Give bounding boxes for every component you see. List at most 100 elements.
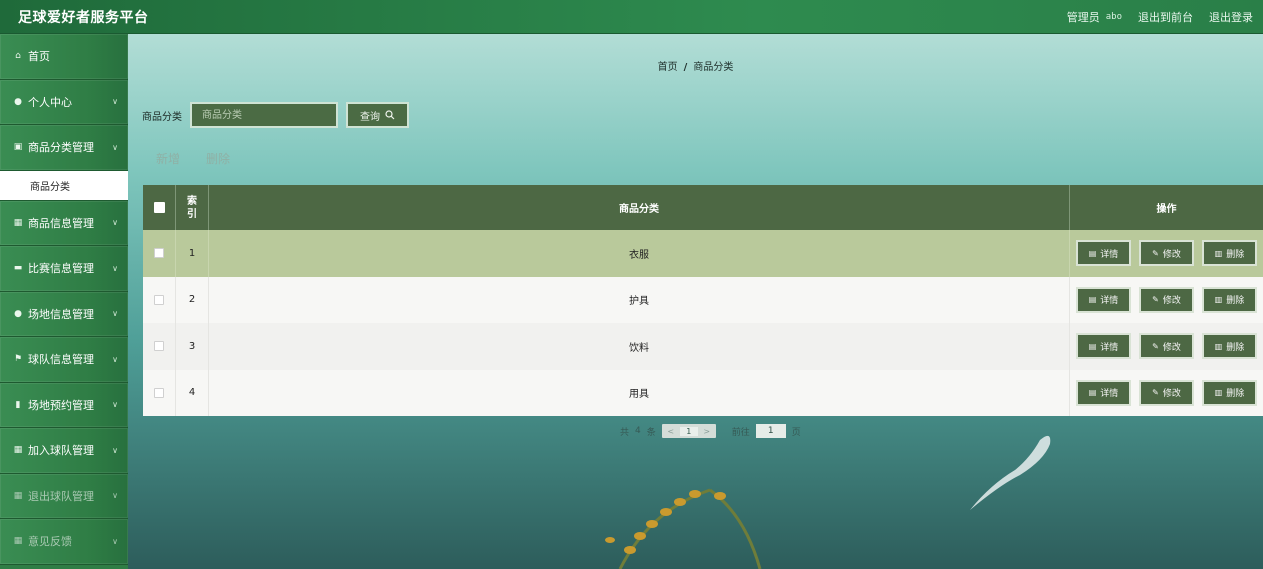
current-page[interactable]: 1	[679, 426, 698, 436]
document-icon: ▤	[1088, 248, 1097, 258]
main-content: 首页/商品分类 商品分类 查询 新增 删除 索引 商品分类 操作 1 衣服 ▤详…	[128, 34, 1263, 569]
row-category-name: 用具	[209, 369, 1070, 416]
detail-button[interactable]: ▤ 详情	[1076, 379, 1131, 406]
header-operations: 操作	[1156, 204, 1177, 215]
delete-button[interactable]: ▥ 删除	[1202, 240, 1257, 267]
sidebar-item-venue-management[interactable]: ● 场地信息管理 ∨	[0, 291, 128, 337]
row-category-name: 衣服	[209, 230, 1070, 277]
sidebar-item-label: 球队信息管理	[28, 353, 94, 367]
trash-icon: ▥	[1214, 248, 1223, 258]
select-all-checkbox[interactable]	[153, 202, 165, 213]
search-input[interactable]	[190, 102, 338, 128]
search-button[interactable]: 查询	[346, 102, 409, 128]
sidebar-item-product-management[interactable]: ▦ 商品信息管理 ∨	[0, 200, 128, 246]
trash-icon: ▥	[1214, 295, 1223, 305]
trash-icon: ▥	[1214, 341, 1223, 351]
total-prefix: 共	[620, 427, 630, 438]
detail-button[interactable]: ▤ 详情	[1076, 286, 1131, 313]
edit-button[interactable]: ✎ 修改	[1139, 379, 1194, 406]
document-icon: ▤	[1088, 295, 1097, 305]
detail-button[interactable]: ▤ 详情	[1076, 240, 1131, 267]
goto-prefix: 前往	[731, 427, 750, 438]
edit-button-label: 修改	[1162, 389, 1181, 400]
home-icon: ⌂	[15, 51, 21, 62]
sidebar-item-match-management[interactable]: ▬ 比赛信息管理 ∨	[0, 246, 128, 292]
document-icon: ▤	[1088, 341, 1097, 351]
sidebar-item-feedback[interactable]: ▦ 意见反馈 ∨	[0, 519, 128, 565]
row-operations: ▤ 详情 ✎ 修改 ▥ 删除	[1070, 370, 1263, 417]
pencil-icon: ✎	[1152, 388, 1159, 398]
detail-button-label: 详情	[1100, 342, 1119, 353]
delete-button-label: 删除	[1226, 389, 1245, 400]
flag-icon: ⚑	[13, 354, 23, 365]
add-button[interactable]: 新增	[156, 150, 180, 167]
row-category-name: 护具	[209, 276, 1070, 323]
sidebar-item-personal-center[interactable]: ● 个人中心 ∨	[0, 79, 128, 125]
sidebar-item-home[interactable]: ⌂ 首页	[0, 34, 128, 80]
total-suffix: 条	[646, 427, 656, 438]
trash-icon: ▥	[1214, 388, 1223, 398]
row-select-cell	[143, 230, 176, 277]
edit-button[interactable]: ✎ 修改	[1139, 240, 1194, 267]
row-checkbox[interactable]	[154, 248, 164, 259]
sidebar-subitem-category[interactable]: 商品分类	[0, 170, 128, 201]
delete-button[interactable]: ▥ 删除	[1202, 333, 1257, 360]
logout-link[interactable]: 退出登录	[1209, 9, 1253, 25]
next-page-button[interactable]: >	[698, 427, 716, 436]
breadcrumb: 首页 / 商品分类	[128, 58, 1263, 73]
prev-page-button[interactable]: <	[662, 427, 680, 436]
search-bar: 商品分类 查询	[142, 102, 409, 128]
row-checkbox[interactable]	[154, 387, 164, 398]
back-to-front-link[interactable]: 退出到前台	[1138, 9, 1193, 25]
top-bar: 足球爱好者服务平台 管理员 abo 退出到前台 退出登录	[0, 0, 1263, 34]
table-row: 2 护具 ▤ 详情 ✎ 修改 ▥ 删除	[143, 276, 1263, 323]
chevron-down-icon: ∨	[112, 97, 118, 107]
page-navigator: < 1 >	[661, 424, 716, 438]
sidebar-item-team-management[interactable]: ⚑ 球队信息管理 ∨	[0, 337, 128, 383]
detail-button[interactable]: ▤ 详情	[1076, 333, 1131, 360]
sidebar-item-join-team-management[interactable]: ▦ 加入球队管理 ∨	[0, 428, 128, 474]
row-select-cell	[143, 276, 176, 323]
row-select-cell	[143, 323, 176, 370]
delete-button[interactable]: ▥ 删除	[1202, 379, 1257, 406]
breadcrumb-home[interactable]: 首页	[658, 62, 678, 73]
sidebar-item-label: 意见反馈	[28, 535, 72, 549]
chevron-down-icon: ∨	[112, 218, 118, 228]
sidebar-item-label: 首页	[28, 50, 50, 64]
goto-page-input[interactable]: 1	[755, 424, 786, 438]
sidebar-item-label: 比赛信息管理	[28, 262, 94, 276]
sidebar-item-label: 个人中心	[28, 95, 72, 109]
admin-info: 管理员 abo	[1067, 9, 1122, 25]
sidebar-item-booking-management[interactable]: ▮ 场地预约管理 ∨	[0, 382, 128, 428]
header-index: 索引	[176, 185, 209, 230]
grid-icon: ▦	[13, 445, 23, 456]
goto-suffix: 页	[791, 427, 801, 438]
row-checkbox[interactable]	[154, 294, 164, 305]
row-category-name: 饮料	[209, 323, 1070, 370]
document-icon: ▤	[1088, 388, 1097, 398]
total-count: 4	[635, 426, 641, 436]
sidebar-item-label: 场地信息管理	[28, 307, 94, 321]
sidebar-item-category-management[interactable]: ▣ 商品分类管理 ∨	[0, 125, 128, 171]
chevron-down-icon: ∨	[112, 142, 118, 152]
row-select-cell	[143, 369, 176, 416]
edit-button[interactable]: ✎ 修改	[1139, 333, 1194, 360]
header-index-label: 索引	[187, 195, 197, 220]
chevron-down-icon: ∨	[112, 309, 118, 319]
batch-delete-button[interactable]: 删除	[206, 150, 230, 167]
action-buttons: 新增 删除	[156, 150, 230, 167]
row-index: 2	[176, 276, 209, 323]
user-icon: ●	[14, 308, 22, 319]
edit-button-label: 修改	[1162, 249, 1181, 260]
pencil-icon: ✎	[1152, 341, 1159, 351]
sidebar-item-leave-team-management[interactable]: ▦ 退出球队管理 ∨	[0, 473, 128, 519]
row-operations: ▤ 详情 ✎ 修改 ▥ 删除	[1070, 323, 1263, 370]
delete-button-label: 删除	[1226, 296, 1245, 307]
pagination: 共 4 条 < 1 > 前往 1 页	[620, 424, 801, 438]
row-checkbox[interactable]	[154, 341, 164, 352]
role-label: 管理员	[1066, 10, 1100, 24]
delete-button-label: 删除	[1226, 342, 1245, 353]
edit-button[interactable]: ✎ 修改	[1139, 286, 1194, 313]
table-row: 3 饮料 ▤ 详情 ✎ 修改 ▥ 删除	[143, 323, 1263, 370]
delete-button[interactable]: ▥ 删除	[1202, 286, 1257, 313]
